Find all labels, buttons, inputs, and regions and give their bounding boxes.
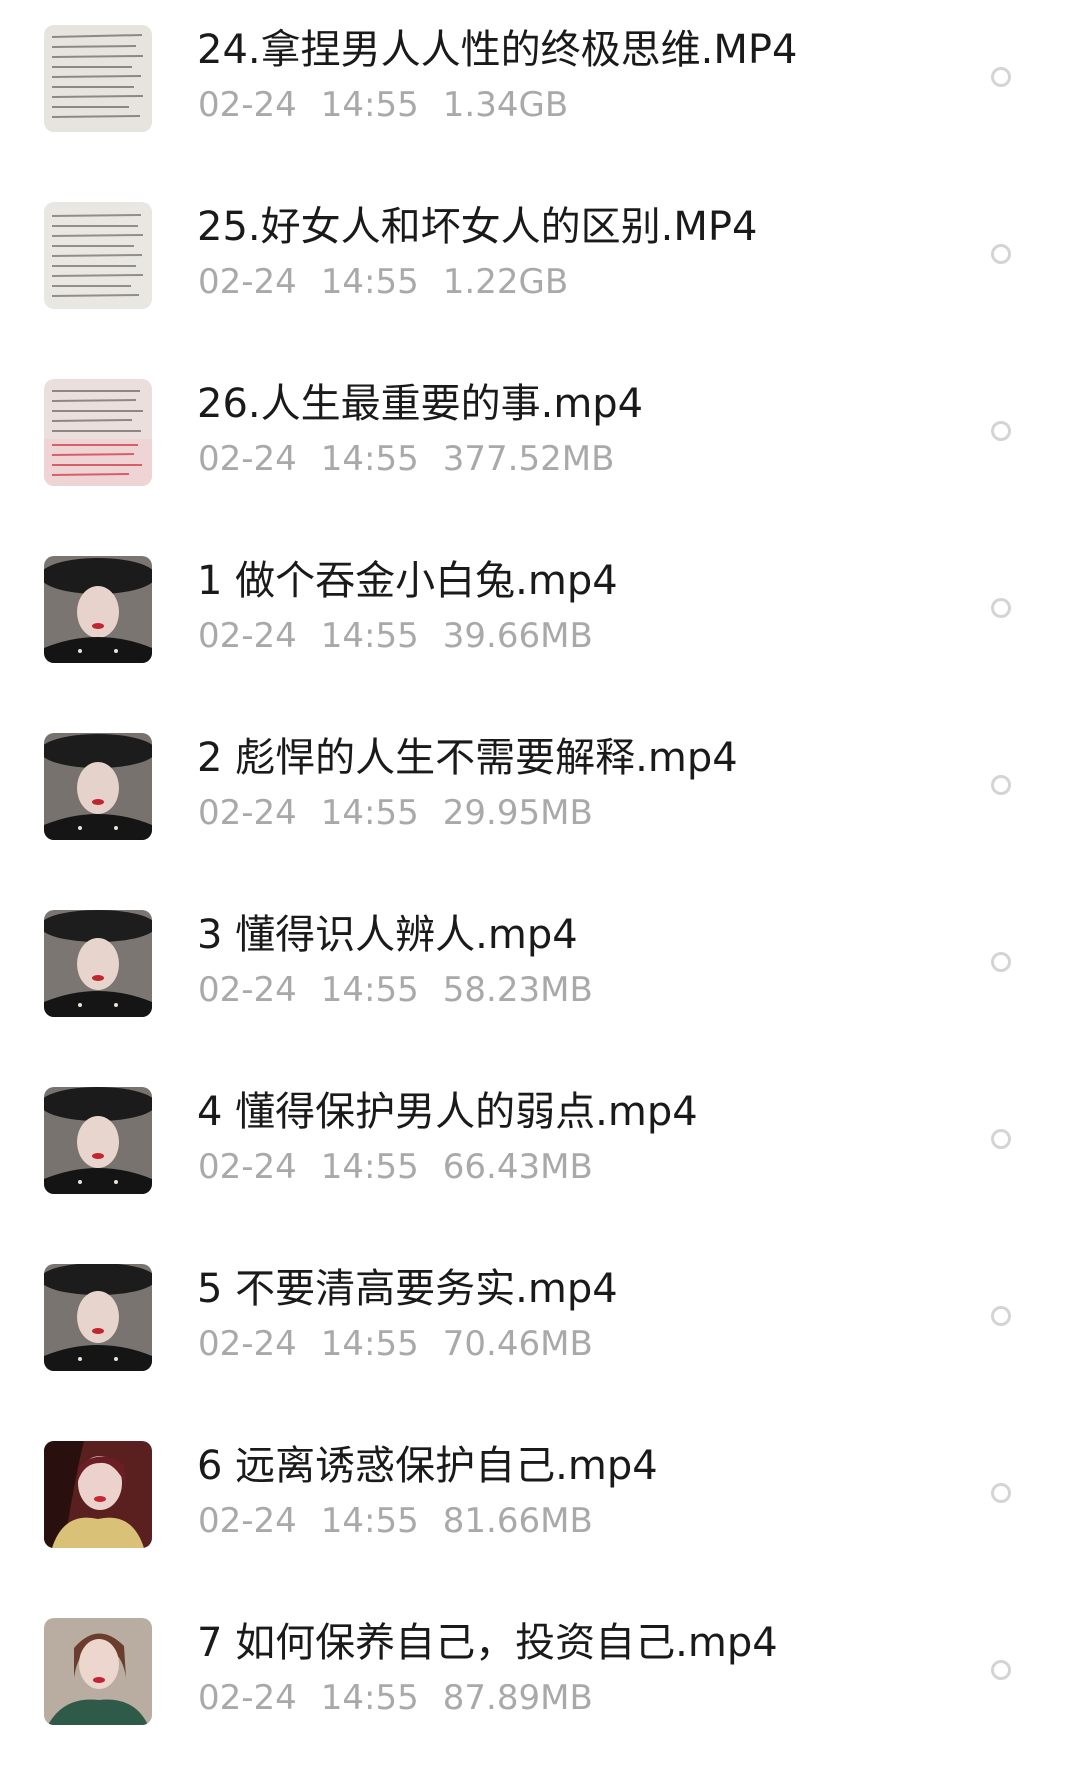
file-meta: 02-24 14:55 58.23MB (198, 968, 617, 1012)
file-size: 70.46MB (442, 1324, 593, 1364)
file-row[interactable]: 7 如何保养自己，投资自己.mp4 02-24 14:55 87.89MB (0, 1593, 1080, 1770)
file-meta: 02-24 14:55 29.95MB (198, 791, 617, 835)
select-checkbox[interactable] (991, 775, 1011, 795)
file-row[interactable]: 6 远离诱惑保护自己.mp4 02-24 14:55 81.66MB (0, 1416, 1080, 1593)
file-row[interactable]: 25.好女人和坏女人的区别.MP4 02-24 14:55 1.22GB (0, 177, 1080, 354)
file-date: 02-24 (198, 616, 297, 656)
file-size: 377.52MB (442, 439, 615, 479)
file-name: 24.拿捏男人人性的终极思维.MP4 (197, 27, 798, 73)
file-date: 02-24 (198, 1678, 297, 1718)
video-thumbnail (44, 733, 152, 840)
video-thumbnail (44, 1441, 152, 1548)
file-size: 29.95MB (442, 793, 593, 833)
file-name: 2 彪悍的人生不需要解释.mp4 (197, 735, 738, 781)
video-thumbnail (44, 379, 152, 486)
file-name: 5 不要清高要务实.mp4 (197, 1266, 618, 1312)
video-thumbnail (44, 910, 152, 1017)
file-size: 58.23MB (442, 970, 593, 1010)
video-thumbnail (44, 1264, 152, 1371)
file-name: 1 做个吞金小白兔.mp4 (197, 558, 618, 604)
file-time: 14:55 (320, 616, 419, 656)
file-time: 14:55 (320, 262, 419, 302)
file-name: 3 懂得识人辨人.mp4 (197, 912, 578, 958)
file-row[interactable]: 2 彪悍的人生不需要解释.mp4 02-24 14:55 29.95MB (0, 708, 1080, 885)
file-name: 4 懂得保护男人的弱点.mp4 (197, 1089, 698, 1135)
file-name: 6 远离诱惑保护自己.mp4 (197, 1443, 658, 1489)
file-time: 14:55 (320, 1324, 419, 1364)
file-time: 14:55 (320, 1147, 419, 1187)
file-date: 02-24 (198, 439, 297, 479)
file-time: 14:55 (320, 1501, 419, 1541)
file-size: 1.34GB (442, 85, 569, 125)
file-row[interactable]: 24.拿捏男人人性的终极思维.MP4 02-24 14:55 1.34GB (0, 0, 1080, 177)
file-meta: 02-24 14:55 377.52MB (198, 437, 638, 481)
file-row[interactable]: 1 做个吞金小白兔.mp4 02-24 14:55 39.66MB (0, 531, 1080, 708)
file-row[interactable]: 5 不要清高要务实.mp4 02-24 14:55 70.46MB (0, 1239, 1080, 1416)
file-time: 14:55 (320, 793, 419, 833)
file-list: 24.拿捏男人人性的终极思维.MP4 02-24 14:55 1.34GB 25.好… (0, 0, 1080, 1725)
file-meta: 02-24 14:55 81.66MB (198, 1499, 617, 1543)
file-meta: 02-24 14:55 66.43MB (198, 1145, 617, 1189)
file-date: 02-24 (198, 1501, 297, 1541)
video-thumbnail (44, 556, 152, 663)
file-meta: 02-24 14:55 39.66MB (198, 614, 617, 658)
file-size: 66.43MB (442, 1147, 593, 1187)
file-meta: 02-24 14:55 1.34GB (198, 83, 592, 127)
file-name: 25.好女人和坏女人的区别.MP4 (197, 204, 758, 250)
file-name: 26.人生最重要的事.mp4 (197, 381, 644, 427)
file-meta: 02-24 14:55 1.22GB (198, 260, 592, 304)
select-checkbox[interactable] (991, 421, 1011, 441)
file-row[interactable]: 4 懂得保护男人的弱点.mp4 02-24 14:55 66.43MB (0, 1062, 1080, 1239)
select-checkbox[interactable] (991, 1129, 1011, 1149)
video-thumbnail (44, 202, 152, 309)
select-checkbox[interactable] (991, 1483, 1011, 1503)
file-date: 02-24 (198, 1147, 297, 1187)
file-date: 02-24 (198, 1324, 297, 1364)
file-date: 02-24 (198, 970, 297, 1010)
select-checkbox[interactable] (991, 244, 1011, 264)
select-checkbox[interactable] (991, 67, 1011, 87)
video-thumbnail (44, 1087, 152, 1194)
file-time: 14:55 (320, 85, 419, 125)
file-name: 7 如何保养自己，投资自己.mp4 (197, 1620, 778, 1666)
video-thumbnail (44, 1618, 152, 1725)
file-date: 02-24 (198, 793, 297, 833)
select-checkbox[interactable] (991, 1306, 1011, 1326)
select-checkbox[interactable] (991, 598, 1011, 618)
file-date: 02-24 (198, 85, 297, 125)
file-row[interactable]: 26.人生最重要的事.mp4 02-24 14:55 377.52MB (0, 354, 1080, 531)
file-size: 39.66MB (442, 616, 593, 656)
file-date: 02-24 (198, 262, 297, 302)
video-thumbnail (44, 25, 152, 132)
select-checkbox[interactable] (991, 952, 1011, 972)
file-size: 81.66MB (442, 1501, 593, 1541)
file-size: 87.89MB (442, 1678, 593, 1718)
file-row[interactable]: 3 懂得识人辨人.mp4 02-24 14:55 58.23MB (0, 885, 1080, 1062)
select-checkbox[interactable] (991, 1660, 1011, 1680)
file-meta: 02-24 14:55 70.46MB (198, 1322, 617, 1366)
file-time: 14:55 (320, 1678, 419, 1718)
file-time: 14:55 (320, 439, 419, 479)
file-meta: 02-24 14:55 87.89MB (198, 1676, 617, 1720)
file-size: 1.22GB (442, 262, 569, 302)
file-time: 14:55 (320, 970, 419, 1010)
